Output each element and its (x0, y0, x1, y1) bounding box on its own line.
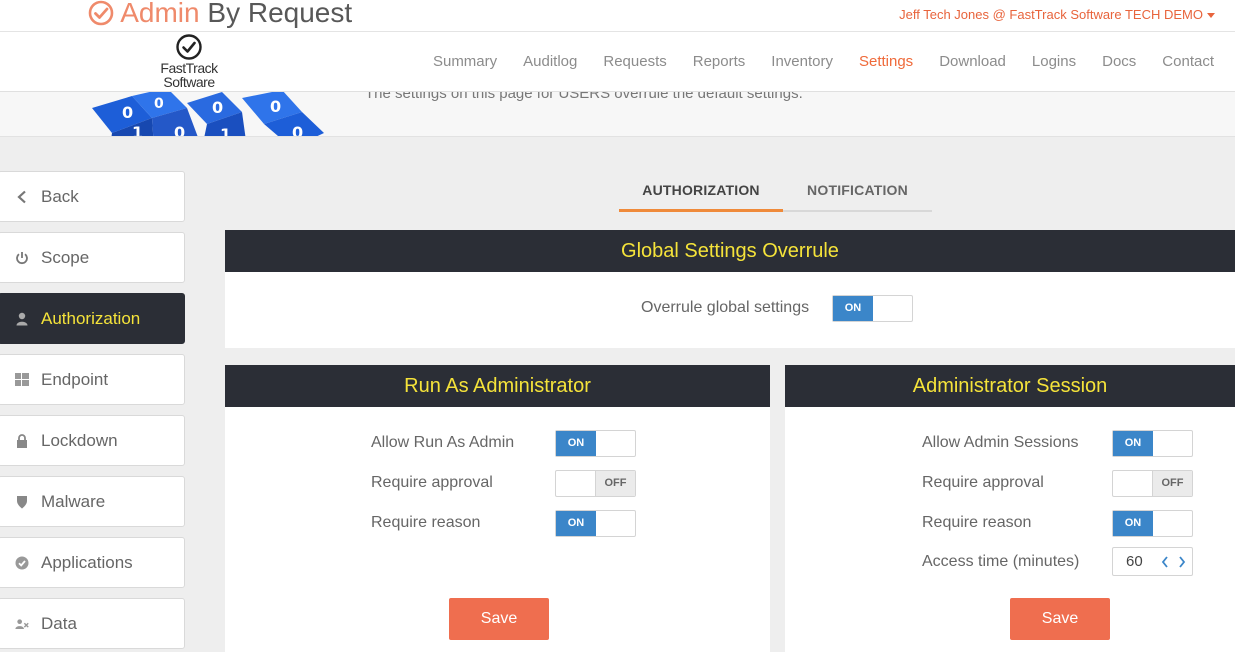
tab-notification[interactable]: NOTIFICATION (783, 172, 932, 210)
sidebar-item-applications[interactable]: Applications (0, 537, 185, 588)
chevron-right-icon[interactable] (1177, 554, 1189, 570)
brand-name-part2: By Request (199, 0, 353, 28)
require-reason-toggle[interactable]: ON (1112, 510, 1193, 537)
svg-text:1: 1 (132, 123, 143, 137)
global-settings-title: Global Settings Overrule (225, 230, 1235, 272)
sidebar-item-label: Malware (41, 491, 106, 511)
run-as-admin-title: Run As Administrator (225, 365, 770, 407)
save-button[interactable]: Save (449, 598, 549, 640)
run-as-admin-panel: Run As Administrator Allow Run As Admin … (225, 365, 770, 652)
svg-text:0: 0 (212, 98, 223, 117)
company-logo-line1: FastTrack (160, 60, 218, 76)
access-time-label: Access time (minutes) (922, 553, 1080, 570)
toggle-off-label: OFF (1152, 471, 1192, 496)
user-menu[interactable]: Jeff Tech Jones @ FastTrack Software TEC… (899, 7, 1215, 22)
check-circle-icon (176, 34, 202, 60)
sidebar-item-label: Data (41, 613, 77, 633)
toggle-on-label: ON (1113, 431, 1153, 456)
shield-icon (15, 495, 29, 509)
nav-summary[interactable]: Summary (433, 53, 497, 70)
require-reason-toggle[interactable]: ON (555, 510, 636, 537)
save-button[interactable]: Save (1010, 598, 1110, 640)
nav-logins[interactable]: Logins (1032, 53, 1076, 70)
lock-icon (15, 433, 29, 448)
sidebar-item-authorization[interactable]: Authorization (0, 293, 185, 344)
global-settings-panel: Global Settings Overrule Overrule global… (225, 230, 1235, 348)
chevron-left-icon (15, 190, 29, 204)
page-banner: 0 0 1 0 0 1 0 0 The settings on this pag… (0, 92, 1235, 137)
chevron-left-icon[interactable] (1160, 554, 1172, 570)
sidebar-item-label: Lockdown (41, 430, 118, 450)
user-x-icon (15, 617, 29, 631)
admin-session-title: Administrator Session (785, 365, 1235, 407)
nav-settings[interactable]: Settings (859, 53, 913, 70)
toggle-on-label: ON (1113, 511, 1153, 536)
sidebar-item-label: Back (41, 186, 79, 206)
nav-download[interactable]: Download (939, 53, 1006, 70)
svg-text:0: 0 (122, 103, 133, 122)
company-logo-line2: Software (163, 74, 215, 90)
company-logo[interactable]: FastTrack Software (150, 32, 228, 89)
caret-down-icon (1207, 13, 1215, 19)
require-approval-label: Require approval (922, 474, 1044, 491)
top-bar: Admin By Request Jeff Tech Jones @ FastT… (0, 0, 1235, 32)
allow-admin-sessions-toggle[interactable]: ON (1112, 430, 1193, 457)
allow-run-as-admin-label: Allow Run As Admin (371, 434, 515, 451)
nav-auditlog[interactable]: Auditlog (523, 53, 577, 70)
require-approval-label: Require approval (371, 474, 493, 491)
sidebar-item-label: Endpoint (41, 369, 109, 389)
svg-text:0: 0 (174, 123, 185, 137)
nav-docs[interactable]: Docs (1102, 53, 1136, 70)
nav-reports[interactable]: Reports (693, 53, 746, 70)
banner-description: The settings on this page for USERS over… (365, 92, 803, 102)
toggle-on-label: ON (833, 296, 873, 321)
nav-requests[interactable]: Requests (603, 53, 666, 70)
allow-run-as-admin-toggle[interactable]: ON (555, 430, 636, 457)
sidebar-item-label: Authorization (41, 308, 141, 328)
check-circle-icon (15, 556, 29, 570)
allow-admin-sessions-label: Allow Admin Sessions (922, 434, 1079, 451)
sidebar-item-label: Scope (41, 247, 90, 267)
sidebar-item-data[interactable]: Data (0, 598, 185, 649)
sidebar-item-scope[interactable]: Scope (0, 232, 185, 283)
power-icon (15, 251, 29, 265)
sidebar-item-malware[interactable]: Malware (0, 476, 185, 527)
check-circle-logo-icon (88, 0, 114, 26)
brand-logo[interactable]: Admin By Request (88, 0, 352, 30)
require-approval-toggle[interactable]: OFF (1112, 470, 1193, 497)
nav-menu: Summary Auditlog Requests Reports Invent… (420, 53, 1227, 70)
tab-authorization[interactable]: AUTHORIZATION (619, 172, 783, 212)
svg-text:1: 1 (220, 125, 231, 137)
user-menu-label: Jeff Tech Jones @ FastTrack Software TEC… (899, 7, 1203, 22)
require-reason-label: Require reason (371, 514, 481, 531)
require-approval-toggle[interactable]: OFF (555, 470, 636, 497)
brand-name-part1: Admin (120, 0, 200, 28)
sidebar-item-lockdown[interactable]: Lockdown (0, 415, 185, 466)
overrule-global-label: Overrule global settings (641, 299, 810, 316)
require-reason-label: Require reason (922, 514, 1032, 531)
toggle-on-label: ON (556, 511, 596, 536)
nav-inventory[interactable]: Inventory (771, 53, 833, 70)
svg-text:0: 0 (154, 96, 164, 112)
sidebar-item-endpoint[interactable]: Endpoint (0, 354, 185, 405)
toggle-off-label: OFF (595, 471, 635, 496)
user-icon (15, 312, 29, 326)
sidebar-item-back[interactable]: Back (0, 171, 185, 222)
sidebar-item-label: Applications (41, 552, 133, 572)
admin-session-panel: Administrator Session Allow Admin Sessio… (785, 365, 1235, 652)
svg-text:0: 0 (270, 97, 281, 116)
overrule-global-toggle[interactable]: ON (832, 295, 913, 322)
toggle-on-label: ON (556, 431, 596, 456)
main-navbar: FastTrack Software Summary Auditlog Requ… (0, 32, 1235, 92)
svg-text:0: 0 (292, 123, 303, 137)
windows-icon (15, 373, 29, 387)
binary-cubes-image: 0 0 1 0 0 1 0 0 (92, 92, 324, 137)
nav-contact[interactable]: Contact (1162, 53, 1214, 70)
access-time-value: 60 (1126, 553, 1143, 570)
settings-tabs: AUTHORIZATION NOTIFICATION (619, 172, 932, 212)
access-time-stepper[interactable]: 60 (1112, 547, 1193, 576)
